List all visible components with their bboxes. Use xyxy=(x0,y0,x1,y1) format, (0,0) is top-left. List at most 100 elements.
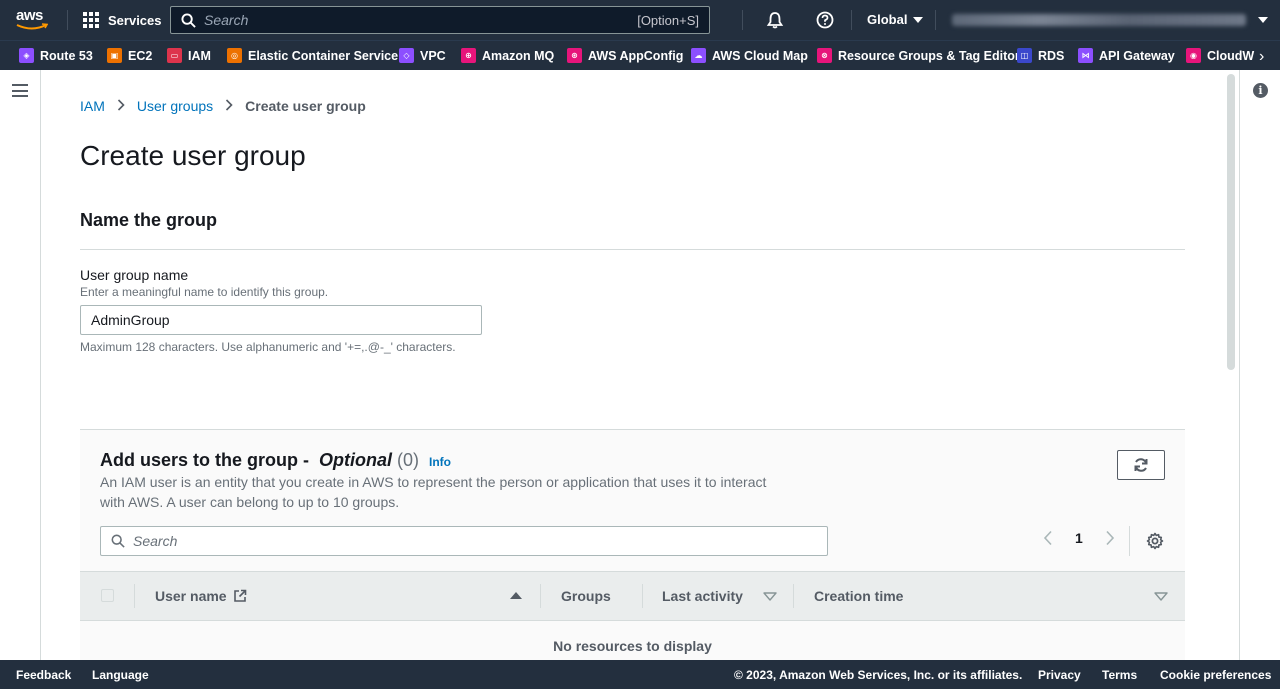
chevron-right-icon[interactable] xyxy=(1105,530,1115,546)
column-user-name[interactable]: User name xyxy=(155,588,247,604)
favorite-label: API Gateway xyxy=(1099,48,1175,63)
add-users-title: Add users to the group - xyxy=(100,450,314,470)
top-navigation: aws Services Search [Option+S] Global xyxy=(0,0,1280,40)
refresh-button[interactable] xyxy=(1117,450,1165,480)
favorite-appconfig[interactable]: ⊛ AWS AppConfig xyxy=(567,48,683,63)
column-divider xyxy=(642,584,643,608)
pagination: 1 xyxy=(1043,530,1115,546)
add-users-header: Add users to the group - Optional (0) In… xyxy=(100,450,451,471)
privacy-link[interactable]: Privacy xyxy=(1038,668,1081,682)
select-all-checkbox[interactable] xyxy=(101,589,114,602)
favorite-label: Amazon MQ xyxy=(482,48,555,63)
terms-link[interactable]: Terms xyxy=(1102,668,1137,682)
global-search-input[interactable]: Search [Option+S] xyxy=(170,6,710,34)
vpc-icon: ◇ xyxy=(399,48,414,63)
favorite-ec2[interactable]: ▣ EC2 xyxy=(107,48,152,63)
api-gateway-icon: ⋈ xyxy=(1078,48,1093,63)
favorite-rds[interactable]: ◫ RDS xyxy=(1017,48,1064,63)
favorite-amazon-mq[interactable]: ⊕ Amazon MQ xyxy=(461,48,554,63)
column-last-activity[interactable]: Last activity xyxy=(662,588,777,604)
cloud-map-icon: ☁ xyxy=(691,48,706,63)
sort-descending-icon[interactable] xyxy=(1154,592,1168,601)
region-label: Global xyxy=(867,12,908,27)
optional-label: Optional xyxy=(319,450,392,470)
info-link[interactable]: Info xyxy=(429,455,451,469)
group-name-input[interactable] xyxy=(80,305,482,335)
search-icon xyxy=(181,12,196,28)
column-groups-label: Groups xyxy=(561,588,611,604)
favorite-label: AWS AppConfig xyxy=(588,48,684,63)
page-number[interactable]: 1 xyxy=(1075,530,1083,546)
left-rail xyxy=(0,70,41,660)
favorite-label: EC2 xyxy=(128,48,153,63)
column-creation-time-label: Creation time xyxy=(814,588,904,604)
favorite-route-53[interactable]: ◈ Route 53 xyxy=(19,48,93,63)
breadcrumb-iam[interactable]: IAM xyxy=(80,98,105,114)
language-link[interactable]: Language xyxy=(92,668,149,682)
column-divider xyxy=(540,584,541,608)
favorite-iam[interactable]: ▭ IAM xyxy=(167,48,211,63)
group-name-description: Enter a meaningful name to identify this… xyxy=(80,285,329,299)
ecs-icon: ◎ xyxy=(227,48,242,63)
breadcrumb-user-groups[interactable]: User groups xyxy=(137,98,213,114)
column-creation-time[interactable]: Creation time xyxy=(814,588,903,604)
users-search-input[interactable]: Search xyxy=(100,526,828,556)
breadcrumb-current: Create user group xyxy=(245,98,366,114)
route53-icon: ◈ xyxy=(19,48,34,63)
chevron-right-icon[interactable]: › xyxy=(1259,48,1264,66)
caret-down-icon xyxy=(913,16,924,23)
rds-icon: ◫ xyxy=(1017,48,1032,63)
add-users-panel: Add users to the group - Optional (0) In… xyxy=(80,429,1185,660)
user-count: (0) xyxy=(397,450,419,470)
region-selector[interactable]: Global xyxy=(867,12,924,27)
info-icon[interactable]: i xyxy=(1253,83,1268,98)
section-divider xyxy=(80,249,1185,250)
caret-down-icon[interactable] xyxy=(1258,17,1268,23)
column-divider xyxy=(134,584,135,608)
iam-icon: ▭ xyxy=(167,48,182,63)
favorite-cloudwatch[interactable]: ◉ CloudW xyxy=(1186,48,1254,63)
favorite-cloud-map[interactable]: ☁ AWS Cloud Map xyxy=(691,48,808,63)
nav-divider xyxy=(67,10,68,30)
menu-icon[interactable] xyxy=(12,84,28,97)
favorite-label: CloudW xyxy=(1207,48,1255,63)
cloudwatch-icon: ◉ xyxy=(1186,48,1201,63)
column-groups[interactable]: Groups xyxy=(561,588,611,604)
favorite-ecs[interactable]: ◎ Elastic Container Service xyxy=(227,48,398,63)
favorite-label: Resource Groups & Tag Editor xyxy=(838,48,1020,63)
search-icon xyxy=(111,534,125,548)
cookie-preferences-link[interactable]: Cookie preferences xyxy=(1160,668,1271,682)
feedback-link[interactable]: Feedback xyxy=(16,668,71,682)
add-users-description: An IAM user is an entity that you create… xyxy=(100,474,767,510)
services-menu-button[interactable]: Services xyxy=(83,10,162,30)
favorites-bar: ◈ Route 53 ▣ EC2 ▭ IAM ◎ Elastic Container S… xyxy=(0,40,1280,70)
bell-icon[interactable] xyxy=(766,11,784,29)
sort-ascending-icon[interactable] xyxy=(510,592,522,599)
footer: Feedback Language © 2023, Amazon Web Ser… xyxy=(0,660,1280,689)
account-menu[interactable] xyxy=(952,14,1246,26)
grid-icon xyxy=(83,11,100,29)
services-label: Services xyxy=(108,12,162,28)
chevron-left-icon[interactable] xyxy=(1043,530,1053,546)
pager-divider xyxy=(1129,526,1130,556)
column-last-activity-label: Last activity xyxy=(662,588,743,604)
aws-logo-text: aws xyxy=(16,7,43,24)
amazon-mq-icon: ⊕ xyxy=(461,48,476,63)
aws-logo[interactable]: aws xyxy=(16,8,50,34)
ec2-icon: ▣ xyxy=(107,48,122,63)
gear-icon[interactable] xyxy=(1146,532,1164,550)
right-rail: i xyxy=(1239,70,1280,660)
favorite-resource-groups[interactable]: ⊗ Resource Groups & Tag Editor xyxy=(817,48,1020,63)
chevron-right-icon xyxy=(117,98,125,114)
group-name-constraint: Maximum 128 characters. Use alphanumeric… xyxy=(80,340,456,354)
favorite-api-gateway[interactable]: ⋈ API Gateway xyxy=(1078,48,1175,63)
appconfig-icon: ⊛ xyxy=(567,48,582,63)
favorite-label: VPC xyxy=(420,48,446,63)
search-shortcut: [Option+S] xyxy=(637,12,699,28)
help-icon[interactable] xyxy=(816,11,834,29)
breadcrumb: IAM User groups Create user group xyxy=(80,98,366,114)
favorite-vpc[interactable]: ◇ VPC xyxy=(399,48,446,63)
favorite-label: Route 53 xyxy=(40,48,93,63)
vertical-scrollbar[interactable] xyxy=(1227,74,1235,370)
refresh-icon xyxy=(1134,458,1148,472)
